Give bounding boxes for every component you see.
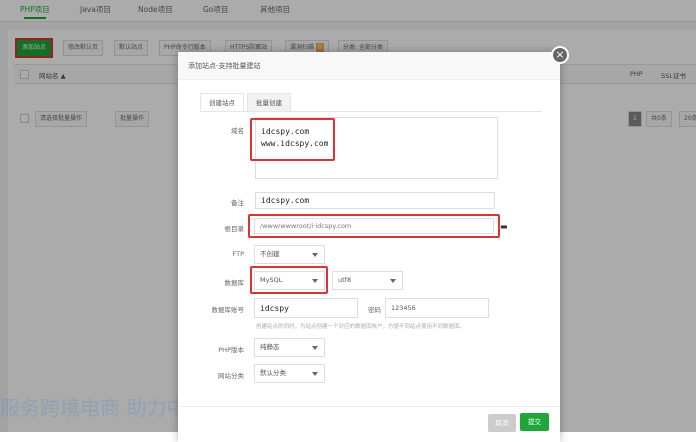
footer-divider — [178, 406, 560, 407]
db-user-label: 数据库账号 — [211, 306, 245, 314]
php-version-select[interactable]: 纯静态 — [254, 338, 325, 357]
charset-select[interactable]: utf8 — [332, 271, 403, 290]
tab-create-site[interactable]: 创建站点 — [200, 93, 244, 112]
database-hint: 创建站点的同时，为站点创建一个对应的数据库帐户，方便不同站点使用不同数据库。 — [256, 324, 466, 330]
password-input[interactable]: 123456 — [385, 298, 489, 318]
db-user-input[interactable]: idcspy — [254, 298, 358, 318]
add-site-dialog: 添加站点-支持批量建站 × 创建站点 批量创建 域名 idcspy.com ww… — [178, 46, 569, 442]
remark-input[interactable]: idcspy.com — [255, 192, 495, 209]
password-label: 密码 — [368, 306, 381, 314]
site-category-label: 网站分类 — [218, 372, 244, 380]
domain-highlight — [250, 118, 335, 161]
submit-button[interactable]: 提交 — [520, 413, 549, 431]
root-highlight — [248, 214, 500, 238]
database-highlight — [250, 266, 328, 294]
close-icon[interactable]: × — [551, 46, 569, 64]
ftp-select[interactable]: 不创建 — [254, 245, 325, 264]
folder-icon[interactable]: ▬ — [500, 222, 508, 231]
database-label: 数据库 — [224, 279, 245, 287]
site-category-select[interactable]: 默认分类 — [254, 364, 325, 383]
php-version-label: PHP版本 — [218, 346, 244, 354]
root-label: 根目录 — [224, 225, 245, 233]
dialog-title: 添加站点-支持批量建站 — [178, 52, 560, 80]
ftp-label: FTP — [232, 250, 244, 258]
remark-label: 备注 — [231, 199, 244, 207]
tab-divider — [200, 111, 542, 112]
cancel-button[interactable]: 取消 — [488, 414, 516, 432]
domain-label: 域名 — [231, 127, 244, 135]
tab-batch-create[interactable]: 批量创建 — [247, 93, 291, 112]
